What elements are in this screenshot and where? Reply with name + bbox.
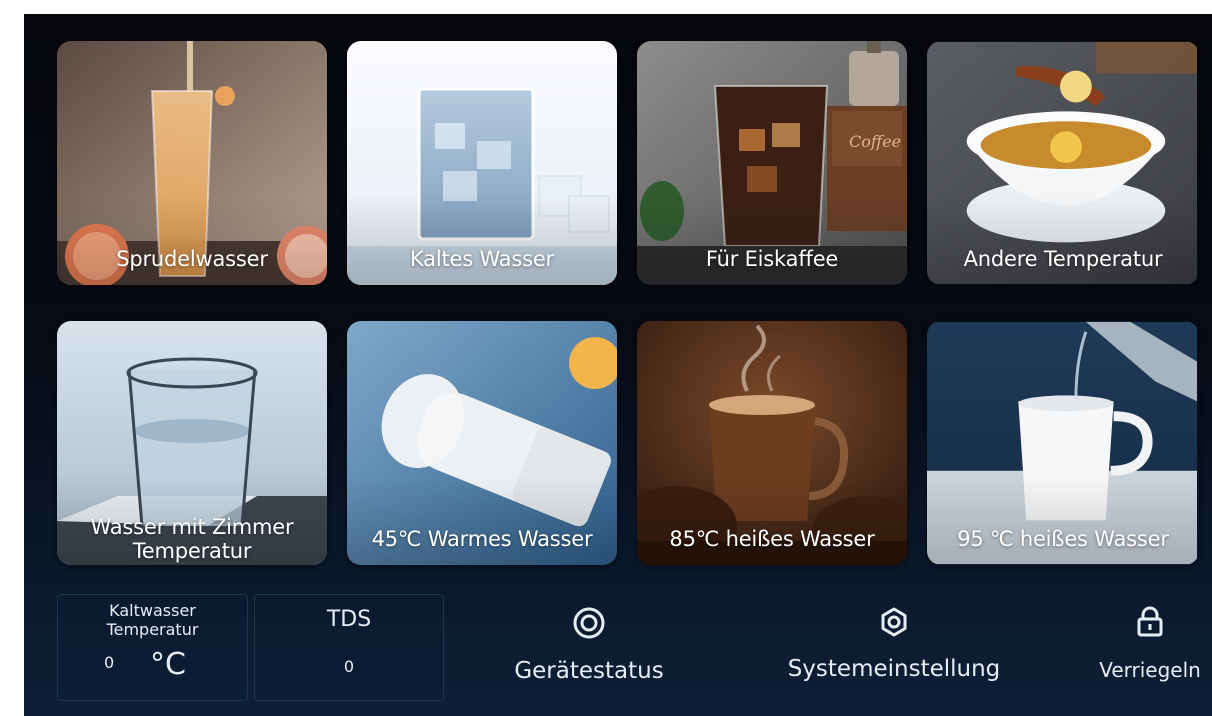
tile-label: Andere Temperatur: [963, 247, 1163, 271]
cold-water-temperature-value: 0: [104, 653, 115, 672]
tile-room-temperature-water[interactable]: Wasser mit Zimmer Temperatur: [57, 321, 327, 565]
lock-button[interactable]: Verriegeln: [1088, 606, 1212, 682]
tile-warm-water-45[interactable]: 45℃ Warmes Wasser: [347, 321, 617, 565]
device-status-label: Gerätestatus: [514, 658, 664, 684]
tile-other-temperature[interactable]: Andere Temperatur: [927, 41, 1199, 285]
app-screen: Sprudelwasser Kaltes Wasser Coffee Für E…: [24, 14, 1212, 716]
tile-label: 95 ℃ heißes Wasser: [957, 527, 1169, 551]
lock-icon: [1137, 606, 1163, 637]
tile-iced-coffee[interactable]: Coffee Für Eiskaffee: [637, 41, 907, 285]
svg-text:Coffee: Coffee: [849, 132, 901, 151]
gear-icon: [881, 607, 907, 637]
tile-cold-water[interactable]: Kaltes Wasser: [347, 41, 617, 285]
tile-sparkling-water[interactable]: Sprudelwasser: [57, 41, 327, 285]
cold-water-temperature-box: Kaltwasser Temperatur 0 °C: [57, 594, 248, 701]
tile-label: Sprudelwasser: [116, 247, 268, 271]
tds-value: 0: [343, 657, 355, 676]
device-status-icon: [573, 607, 605, 639]
system-settings-button[interactable]: Systemeinstellung: [769, 606, 1019, 682]
tds-title: TDS: [326, 607, 372, 632]
temperature-unit: °C: [150, 647, 186, 682]
title-line2: Temperatur: [106, 620, 199, 639]
cold-water-temperature-title: Kaltwasser Temperatur: [58, 601, 247, 639]
tile-label: Wasser mit Zimmer Temperatur: [57, 515, 327, 563]
tile-label-line1: Wasser mit Zimmer: [90, 515, 294, 539]
tile-label: 85℃ heißes Wasser: [669, 527, 875, 551]
title-line1: Kaltwasser: [109, 601, 196, 620]
tile-hot-water-95[interactable]: 95 ℃ heißes Wasser: [927, 321, 1199, 565]
tile-label-line2: Temperatur: [132, 539, 252, 563]
tds-box: TDS 0: [254, 594, 444, 701]
lock-label: Verriegeln: [1099, 658, 1201, 682]
tile-hot-water-85[interactable]: 85℃ heißes Wasser: [637, 321, 907, 565]
tile-label: 45℃ Warmes Wasser: [371, 527, 593, 551]
device-status-button[interactable]: Gerätestatus: [504, 606, 674, 684]
tile-label: Für Eiskaffee: [705, 247, 839, 271]
tile-label: Kaltes Wasser: [409, 247, 554, 271]
system-settings-label: Systemeinstellung: [787, 656, 1001, 682]
